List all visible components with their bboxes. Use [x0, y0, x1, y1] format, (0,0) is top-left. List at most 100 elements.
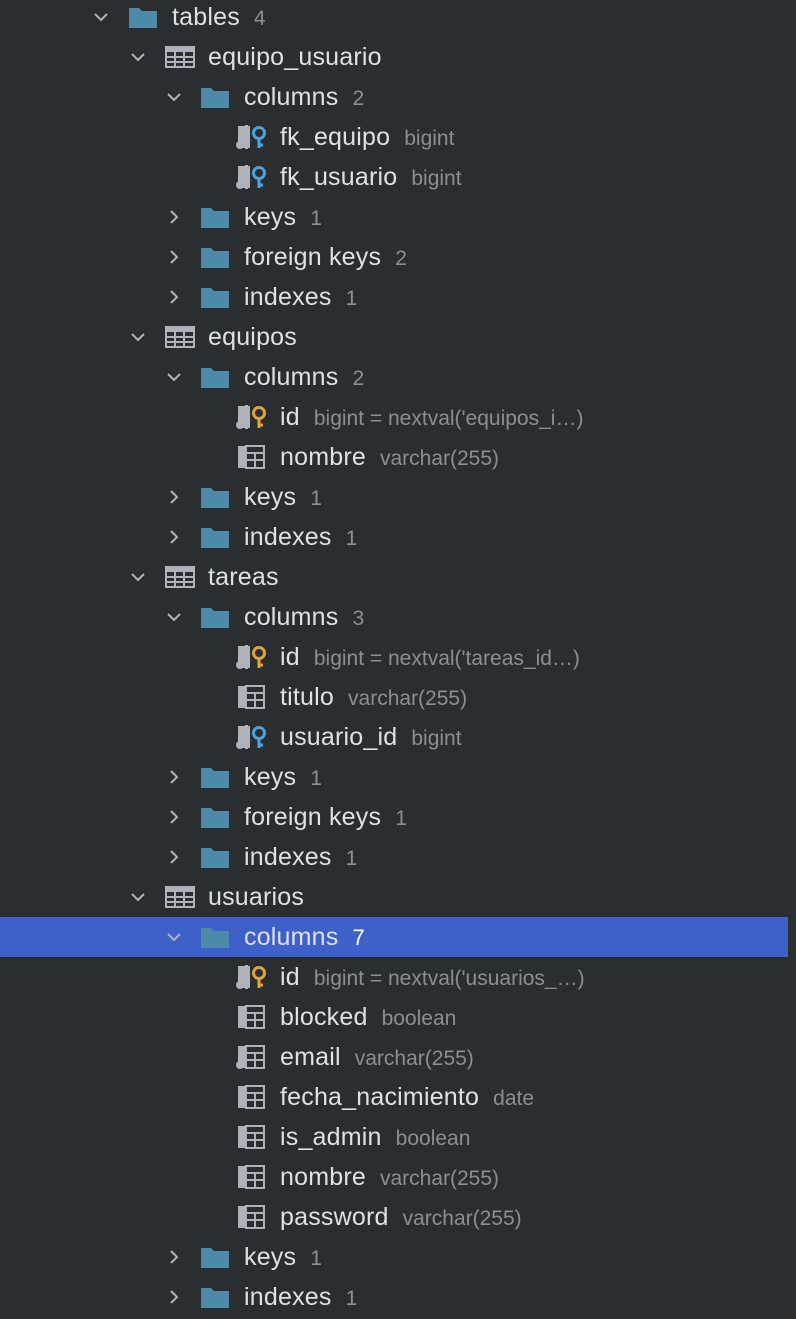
chevron-right-icon[interactable]	[166, 1289, 182, 1305]
tree-folder-columns[interactable]: columns 3	[0, 597, 788, 637]
chevron-down-icon[interactable]	[130, 889, 146, 905]
tree-column-titulo[interactable]: titulo varchar(255)	[0, 677, 788, 717]
tree-folder-indexes[interactable]: indexes 1	[0, 837, 788, 877]
tree-folder-keys[interactable]: keys 1	[0, 477, 788, 517]
tree-folder-keys[interactable]: keys 1	[0, 197, 788, 237]
tree-folder-foreign-keys[interactable]: foreign keys 1	[0, 797, 788, 837]
chevron-right-icon[interactable]	[166, 769, 182, 785]
chevron-right-icon[interactable]	[166, 849, 182, 865]
node-name: password	[280, 1203, 389, 1231]
tree-folder-keys[interactable]: keys 1	[0, 757, 788, 797]
node-name: keys	[244, 483, 297, 511]
folder-icon	[200, 925, 232, 949]
tree-column-fk-usuario[interactable]: fk_usuario bigint	[0, 157, 788, 197]
tree-node-label: titulo varchar(255)	[280, 677, 467, 717]
tree-column-nombre[interactable]: nombre varchar(255)	[0, 1157, 788, 1197]
node-name: is_admin	[280, 1123, 382, 1151]
tree-node-label: keys 1	[244, 197, 322, 237]
tree-column-fk-equipo[interactable]: fk_equipo bigint	[0, 117, 788, 157]
tree-column-is-admin[interactable]: is_admin boolean	[0, 1117, 788, 1157]
foreign-key-column-icon	[236, 125, 268, 149]
tree-table-usuarios[interactable]: usuarios	[0, 877, 788, 917]
chevron-right-icon[interactable]	[166, 529, 182, 545]
column-type: date	[493, 1087, 535, 1110]
table-icon	[164, 885, 196, 909]
chevron-right-icon[interactable]	[166, 209, 182, 225]
tree-folder-foreign-keys[interactable]: foreign keys 2	[0, 237, 788, 277]
node-name: email	[280, 1043, 341, 1071]
column-type: bigint = nextval('usuarios_…)	[313, 967, 585, 990]
tree-folder-columns[interactable]: columns 2	[0, 357, 788, 397]
tree-node-label: keys 1	[244, 477, 322, 517]
chevron-right-icon[interactable]	[166, 249, 182, 265]
tree-node-label: is_admin boolean	[280, 1117, 470, 1157]
tree-column-usuario-id[interactable]: usuario_id bigint	[0, 717, 788, 757]
node-name: id	[280, 963, 300, 991]
tree-folder-columns[interactable]: columns 7	[0, 917, 788, 957]
folder-icon	[128, 5, 160, 29]
node-name: fk_equipo	[280, 123, 391, 151]
tree-column-fecha-nacimiento[interactable]: fecha_nacimiento date	[0, 1077, 788, 1117]
folder-icon	[200, 85, 232, 109]
chevron-right-icon[interactable]	[166, 289, 182, 305]
tree-folder-indexes[interactable]: indexes 1	[0, 1277, 788, 1317]
child-count: 1	[310, 207, 322, 230]
tree-folder-indexes[interactable]: indexes 1	[0, 517, 788, 557]
tree-column-password[interactable]: password varchar(255)	[0, 1197, 788, 1237]
chevron-down-icon[interactable]	[93, 9, 109, 25]
tree-column-email[interactable]: email varchar(255)	[0, 1037, 788, 1077]
tree-node-label: columns 7	[244, 917, 365, 957]
node-name: columns	[244, 363, 339, 391]
foreign-key-column-icon	[236, 725, 268, 749]
child-count: 3	[352, 607, 365, 630]
tree-node-label: id bigint = nextval('usuarios_…)	[280, 957, 585, 997]
folder-icon	[200, 285, 232, 309]
node-name: indexes	[244, 843, 332, 871]
chevron-right-icon[interactable]	[166, 809, 182, 825]
chevron-right-icon[interactable]	[166, 489, 182, 505]
tree-node-label: fk_equipo bigint	[280, 117, 454, 157]
chevron-down-icon[interactable]	[166, 929, 182, 945]
chevron-down-icon[interactable]	[130, 569, 146, 585]
folder-icon	[200, 1245, 232, 1269]
primary-key-column-icon	[236, 645, 268, 669]
child-count: 1	[310, 1247, 322, 1270]
tree-folder-columns[interactable]: columns 2	[0, 77, 788, 117]
column-icon	[236, 1165, 268, 1189]
column-type: boolean	[381, 1007, 457, 1030]
chevron-down-icon[interactable]	[130, 49, 146, 65]
child-count: 2	[352, 367, 365, 390]
table-icon	[164, 325, 196, 349]
node-name: equipos	[208, 323, 297, 351]
node-name: indexes	[244, 1283, 332, 1311]
tree-column-nombre[interactable]: nombre varchar(255)	[0, 437, 788, 477]
child-count: 1	[310, 487, 322, 510]
tree-folder-indexes[interactable]: indexes 1	[0, 277, 788, 317]
tree-column-id[interactable]: id bigint = nextval('equipos_i…)	[0, 397, 788, 437]
child-count: 1	[345, 287, 358, 310]
tree-table-tareas[interactable]: tareas	[0, 557, 788, 597]
node-name: foreign keys	[244, 243, 382, 271]
tree-folder-keys[interactable]: keys 1	[0, 1237, 788, 1277]
chevron-down-icon[interactable]	[166, 89, 182, 105]
chevron-down-icon[interactable]	[130, 329, 146, 345]
tree-column-id[interactable]: id bigint = nextval('usuarios_…)	[0, 957, 788, 997]
node-name: indexes	[244, 523, 332, 551]
chevron-right-icon[interactable]	[166, 1249, 182, 1265]
tree-column-id[interactable]: id bigint = nextval('tareas_id…)	[0, 637, 788, 677]
tree-column-blocked[interactable]: blocked boolean	[0, 997, 788, 1037]
column-type: varchar(255)	[354, 1047, 474, 1070]
folder-icon	[200, 605, 232, 629]
column-type: varchar(255)	[402, 1207, 522, 1230]
chevron-down-icon[interactable]	[166, 609, 182, 625]
tree-node-label: password varchar(255)	[280, 1197, 522, 1237]
column-type: bigint = nextval('equipos_i…)	[313, 407, 584, 430]
tree-node-label: fk_usuario bigint	[280, 157, 462, 197]
tree-table-equipo-usuario[interactable]: equipo_usuario	[0, 37, 788, 77]
node-name: nombre	[280, 443, 366, 471]
chevron-down-icon[interactable]	[166, 369, 182, 385]
tree-folder-tables[interactable]: tables 4	[0, 0, 788, 37]
node-name: keys	[244, 763, 297, 791]
folder-icon	[200, 765, 232, 789]
tree-table-equipos[interactable]: equipos	[0, 317, 788, 357]
